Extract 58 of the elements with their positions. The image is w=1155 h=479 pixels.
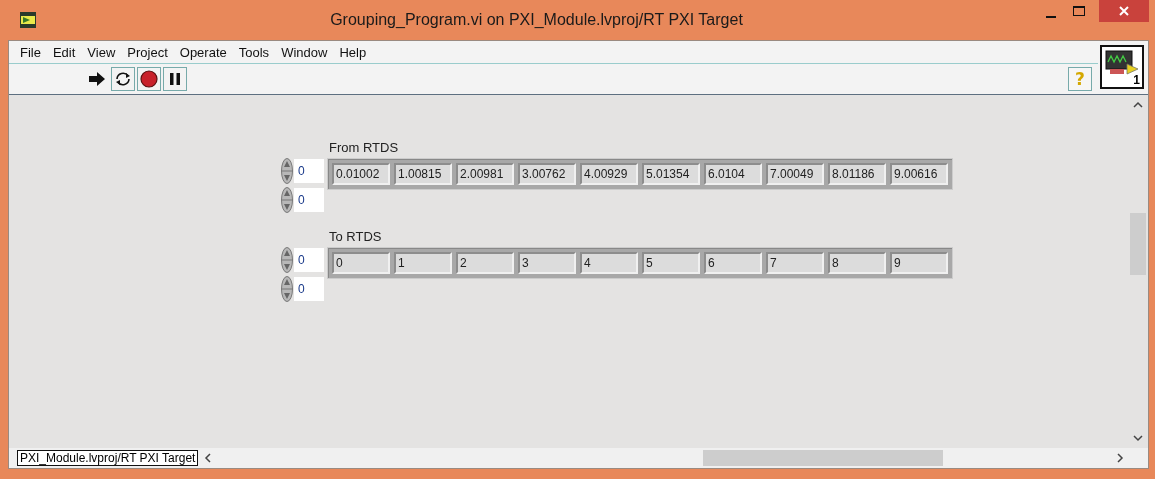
window-title: Grouping_Program.vi on PXI_Module.lvproj/RT PXI Target xyxy=(329,11,744,29)
array-label: To RTDS xyxy=(328,229,383,244)
abort-button[interactable] xyxy=(137,67,161,91)
close-button[interactable] xyxy=(1099,0,1149,22)
spinner-icon[interactable] xyxy=(281,187,293,213)
menu-item[interactable]: File xyxy=(15,44,46,60)
array-element[interactable]: 9.00616 xyxy=(890,163,948,185)
run-continuously-button[interactable] xyxy=(111,67,135,91)
scroll-left-icon[interactable] xyxy=(204,453,213,463)
array-element[interactable]: 5 xyxy=(642,252,700,274)
array-element[interactable]: 7.00049 xyxy=(766,163,824,185)
scroll-down-icon[interactable] xyxy=(1133,434,1143,442)
maximize-icon xyxy=(1073,6,1085,16)
scrollbar-thumb[interactable] xyxy=(703,450,944,466)
stop-icon xyxy=(140,70,158,88)
menu-item[interactable]: Operate xyxy=(174,44,232,60)
scroll-right-icon[interactable] xyxy=(1116,453,1124,463)
index-field[interactable]: 0 xyxy=(294,159,324,183)
array-element[interactable]: 8.01186 xyxy=(828,163,886,185)
pause-icon xyxy=(169,72,181,86)
menu-item[interactable]: View xyxy=(82,44,121,60)
app-icon xyxy=(20,12,36,28)
array-element[interactable]: 0 xyxy=(332,252,390,274)
index-field[interactable]: 0 xyxy=(294,277,324,301)
scroll-up-icon[interactable] xyxy=(1133,101,1143,109)
array-element[interactable]: 4 xyxy=(580,252,638,274)
array-element[interactable]: 3 xyxy=(518,252,576,274)
array-element[interactable]: 2 xyxy=(456,252,514,274)
spinner-icon[interactable] xyxy=(281,276,293,302)
menu-item[interactable]: Window xyxy=(276,44,333,60)
array-element[interactable]: 0.01002 xyxy=(332,163,390,185)
close-icon xyxy=(1119,6,1129,16)
array-element[interactable]: 5.01354 xyxy=(642,163,700,185)
array-element[interactable]: 2.00981 xyxy=(456,163,514,185)
cycle-arrows-icon xyxy=(114,71,132,87)
array-element[interactable]: 1 xyxy=(394,252,452,274)
index-field[interactable]: 0 xyxy=(294,248,324,272)
array-element[interactable]: 8 xyxy=(828,252,886,274)
spinner-icon[interactable] xyxy=(281,158,293,184)
spinner-icon[interactable] xyxy=(281,247,293,273)
menu-item[interactable]: Edit xyxy=(47,44,81,60)
menu-item[interactable]: Tools xyxy=(233,44,275,60)
vi-icon[interactable]: 1 xyxy=(1100,45,1144,89)
array-label: From RTDS xyxy=(328,140,400,155)
pause-button[interactable] xyxy=(163,67,187,91)
array-element[interactable]: 6.0104 xyxy=(704,163,762,185)
index-field[interactable]: 0 xyxy=(294,188,324,212)
target-label: PXI_Module.lvproj/RT PXI Target xyxy=(17,450,199,466)
array-element[interactable]: 6 xyxy=(704,252,762,274)
menu-item[interactable]: Project xyxy=(122,44,173,60)
menu-item[interactable]: Help xyxy=(334,44,372,60)
array-element[interactable]: 9 xyxy=(890,252,948,274)
array-element[interactable]: 7 xyxy=(766,252,824,274)
array-element[interactable]: 3.00762 xyxy=(518,163,576,185)
minimize-icon xyxy=(1046,16,1056,18)
arrow-icon xyxy=(88,72,106,86)
array-element[interactable]: 1.00815 xyxy=(394,163,452,185)
array-element[interactable]: 4.00929 xyxy=(580,163,638,185)
